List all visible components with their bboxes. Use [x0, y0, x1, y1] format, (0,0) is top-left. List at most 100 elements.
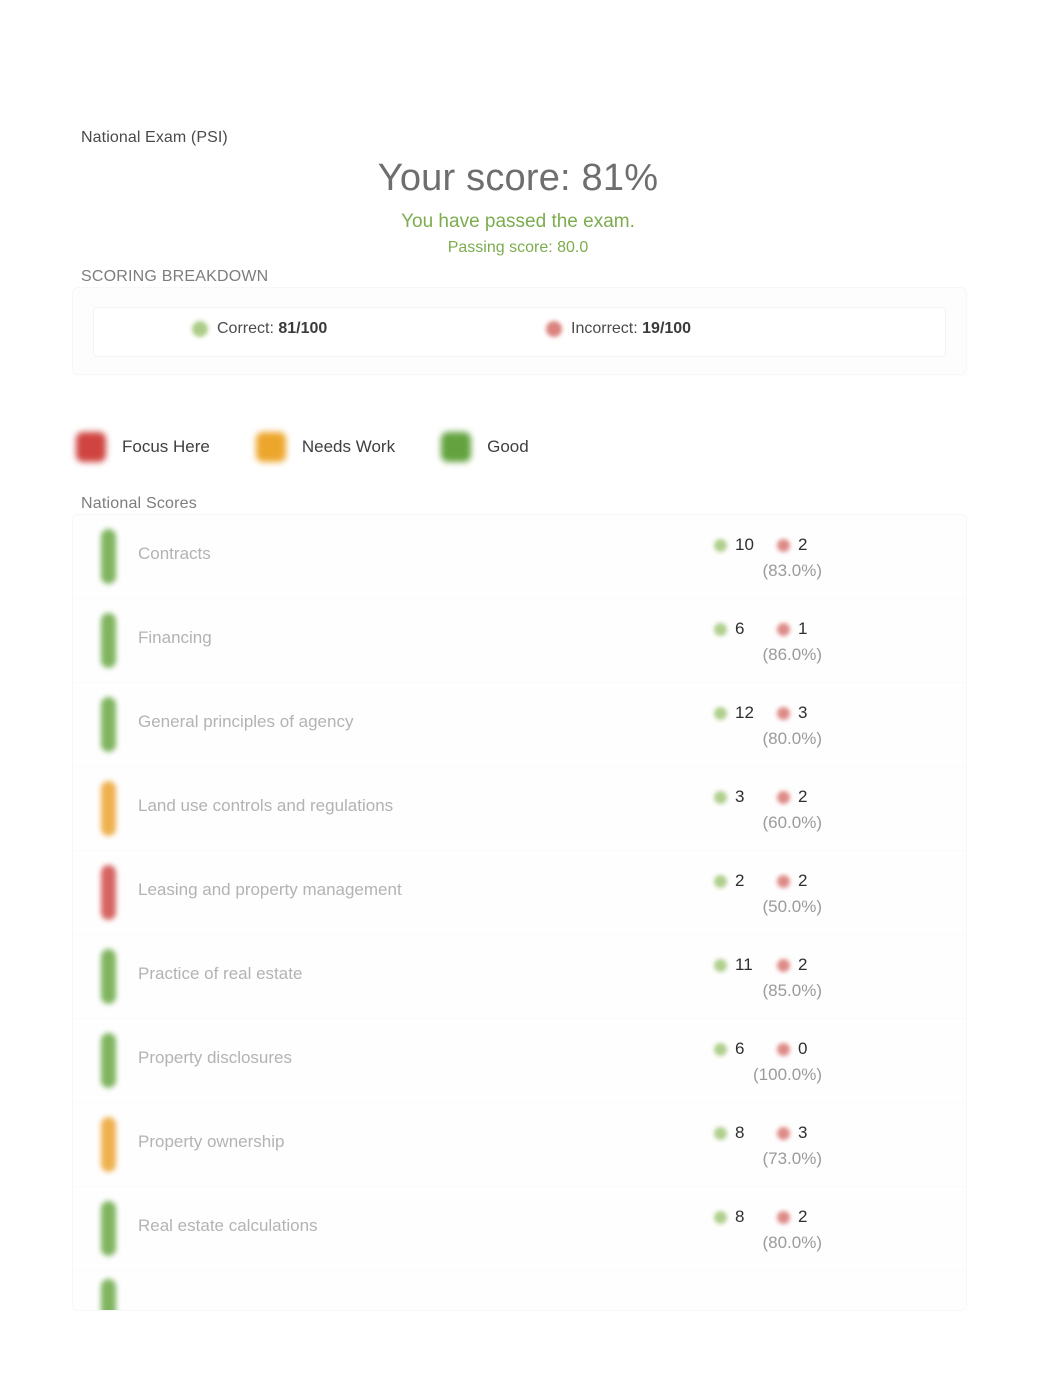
topic-stats: 6 0 (100.0%) — [644, 1035, 824, 1085]
status-bar-icon — [101, 529, 116, 584]
incorrect-count-value: 2 — [798, 1207, 808, 1226]
incorrect-count-value: 3 — [798, 703, 808, 722]
topic-percentage: (100.0%) — [753, 1065, 822, 1084]
topic-label: Property disclosures — [138, 1048, 293, 1067]
status-bar-icon — [101, 613, 116, 668]
pass-message: You have passed the exam. — [401, 211, 635, 232]
correct-count-value: 6 — [735, 619, 745, 638]
table-row[interactable]: Financing 6 1 (86.0%) — [73, 599, 966, 683]
correct-count: Correct: 81/100 — [192, 320, 327, 338]
national-scores-list: Contracts 10 2 (83.0%) Financing 6 1 (86.0%) Gen… — [72, 514, 967, 1311]
incorrect-count-value: 3 — [798, 1123, 808, 1142]
status-bar-icon — [101, 865, 116, 920]
table-row[interactable]: Property ownership 8 3 (73.0%) — [73, 1103, 966, 1187]
status-bar-icon — [101, 781, 116, 836]
correct-value: 81/100 — [278, 320, 328, 337]
topic-counts: 60 — [644, 1035, 824, 1063]
status-bar-icon — [101, 1033, 116, 1088]
red-circle-icon — [777, 790, 790, 804]
legend-item-needs-work: Needs Work — [255, 432, 396, 462]
topic-counts: 83 — [644, 1119, 824, 1147]
red-circle-icon — [777, 1210, 790, 1224]
table-row[interactable]: Real estate calculations 8 2 (80.0%) — [73, 1187, 966, 1271]
topic-stats: 6 1 (86.0%) — [644, 615, 824, 665]
green-circle-icon — [714, 622, 727, 636]
red-circle-icon — [777, 958, 790, 972]
correct-count-value: 11 — [735, 955, 753, 974]
table-row[interactable]: Practice of real estate 11 2 (85.0%) — [73, 935, 966, 1019]
correct-count-value: 2 — [735, 871, 745, 890]
status-bar-icon — [101, 697, 116, 752]
topic-label: Leasing and property management — [138, 880, 402, 899]
topic-stats: 8 2 (80.0%) — [644, 1203, 824, 1253]
topic-label: Property ownership — [138, 1132, 285, 1151]
topic-stats: 10 2 (83.0%) — [644, 531, 824, 581]
green-circle-icon — [714, 706, 727, 720]
incorrect-value: 19/100 — [642, 320, 692, 337]
red-circle-icon — [777, 874, 790, 888]
red-circle-icon — [777, 538, 790, 552]
score-headline: Your score: 81% — [377, 157, 659, 199]
topic-stats: 8 3 (73.0%) — [644, 1119, 824, 1169]
topic-stats: 12 3 (80.0%) — [644, 699, 824, 749]
table-row[interactable]: General principles of agency 12 3 (80.0%) — [73, 683, 966, 767]
topic-counts: 82 — [644, 1203, 824, 1231]
red-square-icon — [76, 432, 106, 462]
table-row[interactable]: Land use controls and regulations 3 2 (60.0… — [73, 767, 966, 851]
topic-counts: 10 2 — [644, 531, 824, 559]
topic-percentage: (80.0%) — [762, 1233, 822, 1252]
red-circle-icon — [546, 321, 562, 337]
topic-label: Financing — [138, 628, 212, 647]
red-circle-icon — [777, 622, 790, 636]
incorrect-count-value: 0 — [798, 1039, 808, 1058]
red-circle-icon — [777, 1042, 790, 1056]
legend-label-needs-work: Needs Work — [301, 437, 396, 456]
topic-stats: 11 2 (85.0%) — [644, 951, 824, 1001]
table-row[interactable]: Leasing and property management 2 2 (50.0%) — [73, 851, 966, 935]
score-summary: Your score: 81% You have passed the exam… — [0, 155, 1036, 260]
correct-count-value: 12 — [735, 703, 754, 722]
incorrect-count-value: 2 — [798, 955, 808, 974]
topic-label: General principles of agency — [138, 712, 354, 731]
topic-stats: 3 2 (60.0%) — [644, 783, 824, 833]
incorrect-count-value: 1 — [798, 619, 808, 638]
topic-counts: 32 — [644, 783, 824, 811]
status-legend: Focus Here Needs Work Good — [76, 432, 575, 462]
table-row-partial[interactable] — [73, 1271, 966, 1310]
green-circle-icon — [714, 958, 727, 972]
table-row[interactable]: Property disclosures 6 0 (100.0%) — [73, 1019, 966, 1103]
topic-percentage: (83.0%) — [762, 561, 822, 580]
incorrect-count-value: 2 — [798, 871, 808, 890]
topic-label: Land use controls and regulations — [138, 796, 394, 815]
legend-label-focus-here: Focus Here — [122, 437, 210, 456]
scoring-breakdown-inner: Correct: 81/100 Incorrect: 19/100 — [93, 307, 946, 357]
topic-percentage: (73.0%) — [762, 1149, 822, 1168]
incorrect-count-value: 2 — [798, 535, 808, 554]
topic-counts: 22 — [644, 867, 824, 895]
status-bar-icon — [101, 1201, 116, 1256]
green-circle-icon — [714, 1210, 727, 1224]
correct-label: Correct: — [217, 320, 274, 337]
legend-item-focus-here: Focus Here — [76, 432, 210, 462]
green-circle-icon — [714, 1042, 727, 1056]
exam-title: National Exam (PSI) — [81, 129, 228, 146]
status-bar-icon — [101, 1279, 116, 1310]
incorrect-label: Incorrect: — [571, 320, 638, 337]
scoring-breakdown-heading: SCORING BREAKDOWN — [81, 268, 269, 285]
topic-label: Contracts — [138, 544, 211, 563]
topic-percentage: (60.0%) — [762, 813, 822, 832]
passing-score: Passing score: 80.0 — [447, 239, 589, 256]
table-row[interactable]: Contracts 10 2 (83.0%) — [73, 515, 966, 599]
green-circle-icon — [714, 874, 727, 888]
topic-counts: 12 3 — [644, 699, 824, 727]
incorrect-count-value: 2 — [798, 787, 808, 806]
topic-percentage: (80.0%) — [762, 729, 822, 748]
green-square-icon — [441, 432, 472, 462]
topic-percentage: (86.0%) — [762, 645, 822, 664]
correct-count-value: 10 — [735, 535, 754, 554]
red-circle-icon — [777, 706, 790, 720]
red-circle-icon — [777, 1126, 790, 1140]
green-circle-icon — [714, 790, 727, 804]
legend-item-good: Good — [441, 432, 529, 462]
topic-counts: 61 — [644, 615, 824, 643]
